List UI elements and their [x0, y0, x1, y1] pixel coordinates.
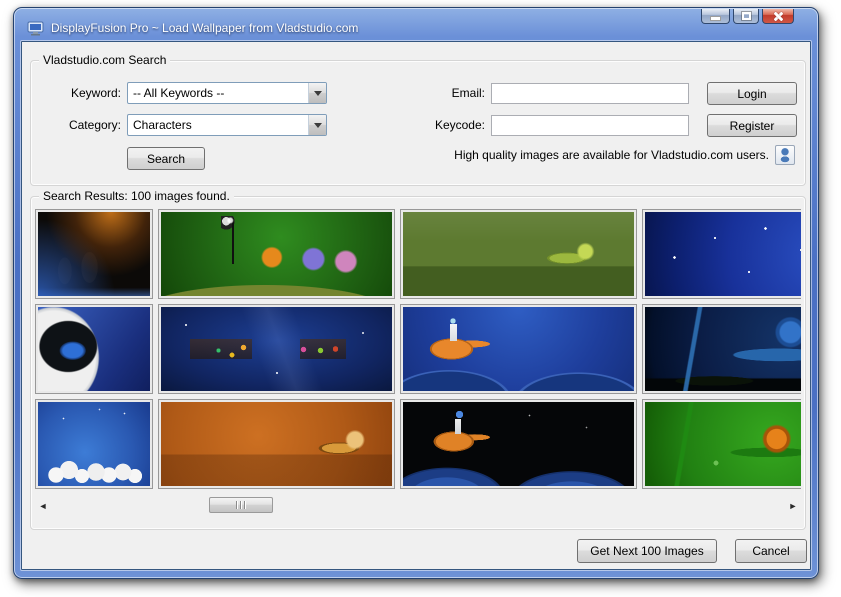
wallpaper-image [161, 402, 392, 486]
scrollbar-grip [240, 501, 242, 509]
window-controls [701, 9, 794, 24]
wallpaper-image [161, 212, 392, 296]
wallpaper-thumbnail[interactable] [642, 209, 801, 299]
horizontal-scrollbar: ◄ ► [35, 497, 801, 514]
category-select[interactable]: Characters [127, 114, 327, 136]
close-button[interactable] [762, 9, 794, 24]
wallpaper-thumbnail[interactable] [642, 304, 801, 394]
wallpaper-image [403, 402, 634, 486]
wallpaper-thumbnail[interactable] [35, 304, 153, 394]
window-title: DisplayFusion Pro ~ Load Wallpaper from … [51, 21, 358, 35]
email-field[interactable] [491, 83, 689, 104]
dialog-content: Vladstudio.com Search Keyword: -- All Ke… [21, 41, 811, 570]
category-dropdown-button[interactable] [308, 115, 326, 135]
wallpaper-image [403, 212, 634, 296]
search-groupbox-label: Vladstudio.com Search [39, 53, 170, 67]
scrollbar-thumb[interactable] [209, 497, 273, 513]
wallpaper-image [38, 402, 150, 486]
wallpaper-thumbnail[interactable] [158, 399, 395, 489]
chevron-down-icon [314, 91, 322, 96]
category-selected-value: Characters [128, 118, 308, 132]
maximize-button[interactable] [733, 9, 759, 24]
chevron-down-icon [314, 123, 322, 128]
close-icon [773, 12, 784, 21]
keyword-selected-value: -- All Keywords -- [128, 86, 308, 100]
users-note-text: High quality images are available for Vl… [454, 148, 769, 162]
wallpaper-image [645, 212, 801, 296]
keycode-label: Keycode: [403, 118, 485, 132]
wallpaper-thumbnail[interactable] [400, 304, 637, 394]
scroll-left-arrow-icon[interactable]: ◄ [35, 497, 51, 514]
scroll-right-arrow-icon[interactable]: ► [785, 497, 801, 514]
keycode-field[interactable] [491, 115, 689, 136]
screen: DisplayFusion Pro ~ Load Wallpaper from … [0, 0, 841, 597]
wallpaper-thumbnail[interactable] [400, 209, 637, 299]
wallpaper-thumbnail[interactable] [400, 399, 637, 489]
thumbnail-row [35, 304, 801, 394]
category-label: Category: [43, 118, 121, 132]
wallpaper-thumbnail[interactable] [35, 209, 153, 299]
results-groupbox-label: Search Results: 100 images found. [39, 189, 234, 203]
monitor-app-icon [27, 21, 45, 36]
wallpaper-image [645, 402, 801, 486]
minimize-button[interactable] [701, 9, 730, 24]
wallpaper-image [161, 307, 392, 391]
keyword-label: Keyword: [43, 86, 121, 100]
register-button[interactable]: Register [707, 114, 797, 137]
wallpaper-image [38, 212, 150, 296]
email-label: Email: [403, 86, 485, 100]
thumbnail-row [35, 399, 801, 489]
keyword-select[interactable]: -- All Keywords -- [127, 82, 327, 104]
user-info-icon[interactable] [775, 145, 795, 165]
keyword-dropdown-button[interactable] [308, 83, 326, 103]
scrollbar-track[interactable] [51, 497, 785, 514]
results-groupbox: Search Results: 100 images found. [30, 196, 806, 530]
wallpaper-image [403, 307, 634, 391]
app-window: DisplayFusion Pro ~ Load Wallpaper from … [13, 7, 819, 579]
wallpaper-thumbnail[interactable] [642, 399, 801, 489]
wallpaper-image [645, 307, 801, 391]
minimize-icon [710, 16, 721, 21]
wallpaper-thumbnail[interactable] [35, 399, 153, 489]
titlebar: DisplayFusion Pro ~ Load Wallpaper from … [21, 15, 811, 41]
thumbnail-row [35, 209, 801, 299]
wallpaper-thumbnail[interactable] [158, 209, 395, 299]
wallpaper-thumbnail[interactable] [158, 304, 395, 394]
login-button[interactable]: Login [707, 82, 797, 105]
search-groupbox: Vladstudio.com Search Keyword: -- All Ke… [30, 60, 806, 186]
maximize-icon [742, 12, 751, 20]
search-button[interactable]: Search [127, 147, 205, 170]
scrollbar-grip [244, 501, 246, 509]
note-row: High quality images are available for Vl… [454, 145, 795, 165]
wallpaper-image [38, 307, 150, 391]
cancel-button[interactable]: Cancel [735, 539, 807, 563]
thumbnail-grid [35, 209, 801, 489]
scrollbar-grip [236, 501, 238, 509]
get-next-images-button[interactable]: Get Next 100 Images [577, 539, 717, 563]
